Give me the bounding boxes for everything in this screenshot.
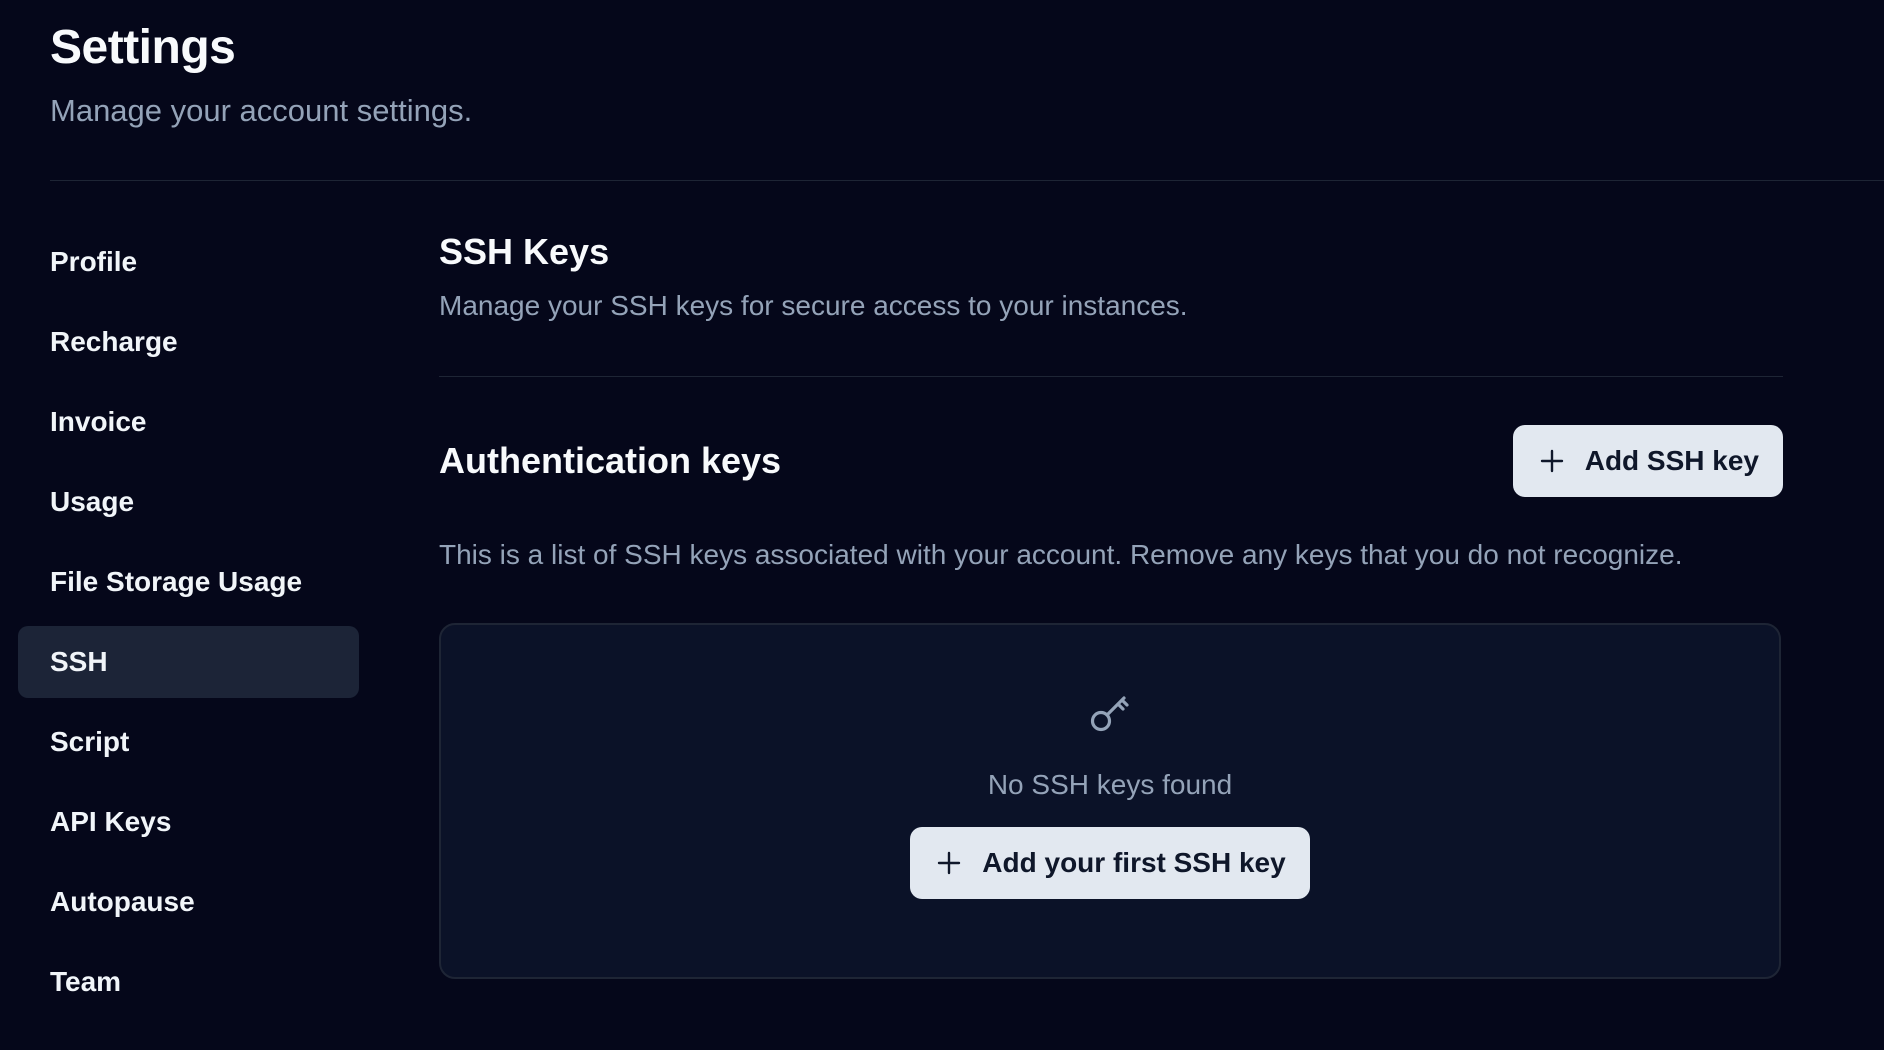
authentication-keys-title: Authentication keys (439, 440, 782, 481)
sidebar-item-autopause[interactable]: Autopause (18, 866, 359, 938)
sidebar-item-label: Recharge (50, 326, 178, 357)
sidebar-item-team[interactable]: Team (18, 946, 359, 1018)
sidebar-item-label: Usage (50, 486, 135, 517)
sidebar-item-ssh[interactable]: SSH (18, 626, 359, 698)
add-ssh-key-button[interactable]: Add SSH key (1512, 425, 1783, 497)
authentication-keys-header: Authentication keys Add SSH key (439, 425, 1783, 497)
sidebar-item-label: API Keys (50, 806, 172, 837)
sidebar-item-label: File Storage Usage (50, 566, 303, 597)
key-icon (1086, 689, 1134, 737)
empty-state-message: No SSH keys found (987, 769, 1233, 800)
plus-icon (936, 850, 962, 876)
plus-icon (1539, 448, 1565, 474)
sidebar-item-label: Profile (50, 246, 138, 277)
sidebar-item-file-storage-usage[interactable]: File Storage Usage (18, 546, 359, 618)
sidebar-item-recharge[interactable]: Recharge (18, 306, 359, 378)
sidebar-item-api-keys[interactable]: API Keys (18, 786, 359, 858)
ssh-keys-list-description: This is a list of SSH keys associated wi… (439, 539, 1683, 570)
add-first-ssh-key-button[interactable]: Add your first SSH key (910, 827, 1310, 899)
sidebar-item-invoice[interactable]: Invoice (18, 386, 359, 458)
sidebar-item-label: Invoice (50, 406, 147, 437)
sidebar-item-label: Autopause (50, 886, 195, 917)
sidebar-item-usage[interactable]: Usage (18, 466, 359, 538)
sidebar-item-script[interactable]: Script (18, 706, 359, 778)
sidebar-item-label: SSH (50, 646, 108, 677)
page-header: Settings Manage your account settings. (50, 18, 472, 130)
add-ssh-key-label: Add SSH key (1584, 445, 1759, 476)
settings-page: Settings Manage your account settings. P… (0, 0, 1884, 1050)
ssh-settings-content: SSH Keys Manage your SSH keys for secure… (439, 230, 1783, 979)
page-title: Settings (50, 21, 236, 74)
page-subtitle: Manage your account settings. (50, 93, 473, 128)
section-divider (439, 376, 1783, 377)
section-title: SSH Keys (439, 231, 610, 272)
sidebar-item-label: Script (50, 726, 130, 757)
sidebar-item-profile[interactable]: Profile (18, 226, 359, 298)
header-divider (50, 180, 1884, 181)
section-description: Manage your SSH keys for secure access t… (439, 290, 1188, 321)
sidebar-item-label: Team (50, 966, 122, 997)
add-first-ssh-key-label: Add your first SSH key (982, 847, 1286, 878)
ssh-keys-empty-state: No SSH keys found Add your first SSH key (439, 623, 1781, 979)
settings-sidebar: Profile Recharge Invoice Usage File Stor… (18, 226, 359, 1026)
